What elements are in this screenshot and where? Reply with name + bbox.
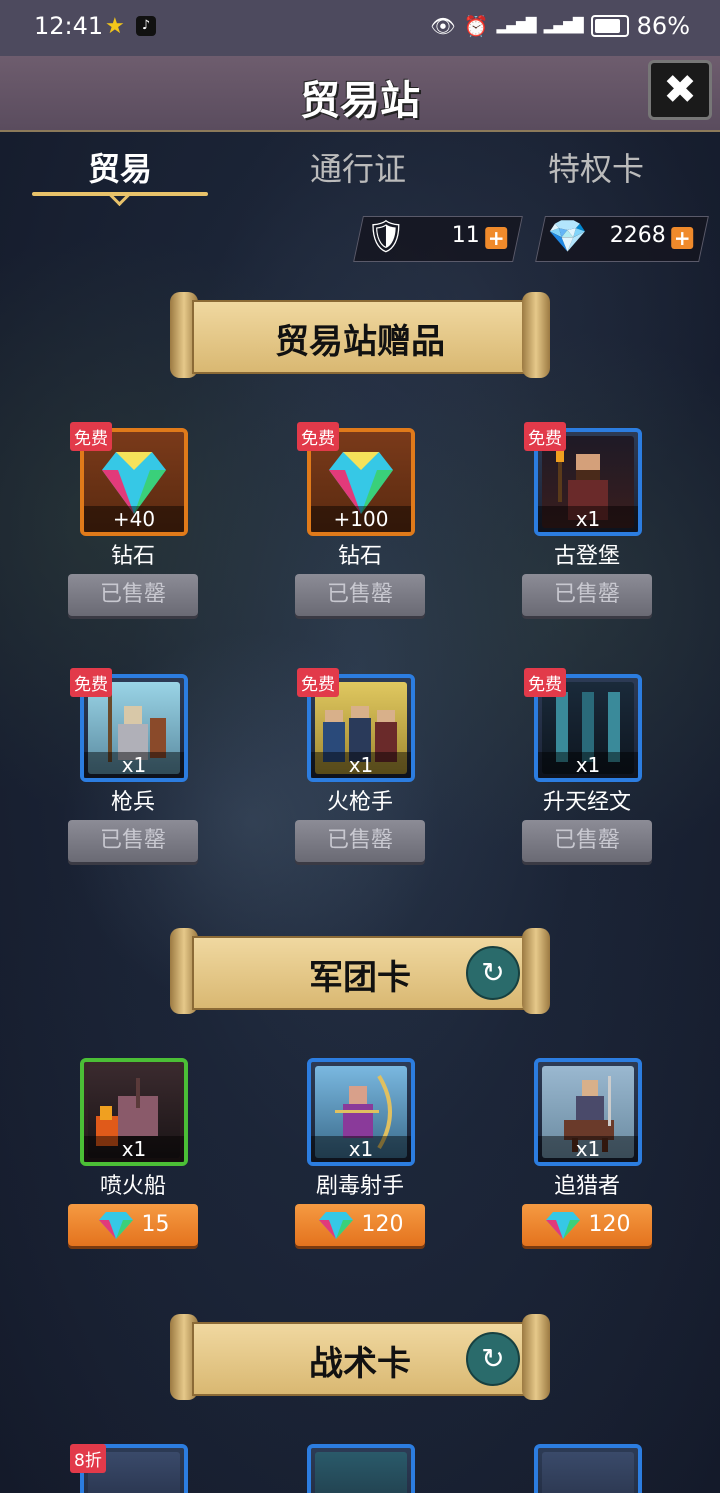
signal-icon-2: ▂▄▆█ <box>543 18 584 34</box>
tab-pass-label: 通行证 <box>309 150 406 188</box>
sold-out-button[interactable]: 已售罄 <box>295 820 425 862</box>
item-name: 追猎者 <box>553 1174 620 1199</box>
tab-trade[interactable]: 贸易 <box>30 144 210 207</box>
item-qty: x1 <box>84 1136 184 1162</box>
item-name: 喷火船 <box>99 1174 166 1199</box>
tab-privilege-label: 特权卡 <box>547 150 644 188</box>
item-frame <box>534 1444 642 1493</box>
tab-trade-label: 贸易 <box>87 150 152 188</box>
item-name: 钻石 <box>337 544 382 569</box>
section-banner-legion: 军团卡 ↻ <box>170 928 550 1014</box>
item-name: 剧毒射手 <box>315 1174 404 1199</box>
signal-icon: ▂▄▆█ <box>496 18 537 34</box>
item-frame <box>307 1444 415 1493</box>
status-bar: 12:41 ★ ♪ 👁 ⏰ ▂▄▆█ ▂▄▆█ 86% <box>0 0 720 56</box>
sold-out-button[interactable]: 已售罄 <box>522 820 652 862</box>
eye-icon: 👁 <box>430 14 456 38</box>
alarm-icon: ⏰ <box>463 14 489 38</box>
item-qty: x1 <box>538 752 638 778</box>
tiktok-icon: ♪ <box>136 16 156 36</box>
tactics-card-2[interactable] <box>295 1444 425 1493</box>
free-badge: 免费 <box>297 422 339 451</box>
price-label: 120 <box>361 1212 404 1237</box>
free-badge: 免费 <box>524 422 566 451</box>
free-badge: 免费 <box>70 668 112 697</box>
item-name: 火枪手 <box>326 790 393 815</box>
refresh-icon: ↻ <box>481 1342 505 1375</box>
section-title-gifts: 贸易站赠品 <box>275 322 445 362</box>
gem-icon <box>318 1212 353 1239</box>
gem-counter: 💎 2268 + <box>535 216 709 262</box>
item-frame: x1 <box>80 1058 188 1166</box>
star-icon: ★ <box>105 14 125 39</box>
item-name: 升天经文 <box>542 790 631 815</box>
item-name: 古登堡 <box>553 544 620 569</box>
item-name: 枪兵 <box>110 790 155 815</box>
crest-icon: 🛡 <box>365 217 407 255</box>
header: 贸易站 ✖ <box>0 56 720 132</box>
add-gem-button[interactable]: + <box>671 226 694 250</box>
gem-icon: 💎 <box>547 217 588 255</box>
page-title: 贸易站 <box>300 78 420 124</box>
close-icon: ✖ <box>663 67 697 113</box>
crest-count: 11 <box>451 223 480 248</box>
clock: 12:41 <box>34 12 104 40</box>
gem-icon <box>545 1212 580 1239</box>
item-frame: x1 <box>307 1058 415 1166</box>
add-crest-button[interactable]: + <box>485 226 508 250</box>
price-label: 120 <box>588 1212 631 1237</box>
buy-button[interactable]: 15 <box>68 1204 198 1246</box>
sold-out-button[interactable]: 已售罄 <box>522 574 652 616</box>
item-qty: x1 <box>84 752 184 778</box>
refresh-button[interactable]: ↻ <box>466 1332 520 1386</box>
battery-icon <box>590 15 629 37</box>
sold-out-button[interactable]: 已售罄 <box>68 820 198 862</box>
chevron-down-icon <box>108 184 131 207</box>
sold-out-button[interactable]: 已售罄 <box>68 574 198 616</box>
free-badge: 免费 <box>70 422 112 451</box>
discount-badge: 8折 <box>70 1444 106 1473</box>
sold-out-button[interactable]: 已售罄 <box>295 574 425 616</box>
gem-count: 2268 <box>609 223 666 248</box>
buy-button[interactable]: 120 <box>522 1204 652 1246</box>
gem-icon <box>98 1212 133 1239</box>
refresh-button[interactable]: ↻ <box>466 946 520 1000</box>
item-qty: +100 <box>311 506 411 532</box>
item-qty: x1 <box>311 752 411 778</box>
tab-bar: 贸易 通行证 特权卡 <box>0 140 720 207</box>
item-qty: x1 <box>538 1136 638 1162</box>
tab-pass[interactable]: 通行证 <box>268 144 448 190</box>
item-frame: x1 <box>534 1058 642 1166</box>
item-qty: x1 <box>538 506 638 532</box>
free-badge: 免费 <box>297 668 339 697</box>
tactic-image <box>542 1452 634 1493</box>
crest-counter: 🛡 11 + <box>353 216 523 262</box>
tactics-card-3[interactable] <box>522 1444 652 1493</box>
battery-percent: 86% <box>636 12 690 40</box>
tab-privilege-card[interactable]: 特权卡 <box>506 144 686 190</box>
close-button[interactable]: ✖ <box>648 60 712 120</box>
refresh-icon: ↻ <box>481 956 505 989</box>
tactic-image <box>315 1452 407 1493</box>
free-badge: 免费 <box>524 668 566 697</box>
item-qty: x1 <box>311 1136 411 1162</box>
item-qty: +40 <box>84 506 184 532</box>
section-banner-tactics: 战术卡 ↻ <box>170 1314 550 1400</box>
buy-button[interactable]: 120 <box>295 1204 425 1246</box>
tactics-card-1[interactable]: 8折 <box>68 1444 198 1493</box>
item-name: 钻石 <box>110 544 155 569</box>
section-banner-gifts: 贸易站赠品 <box>170 292 550 378</box>
price-label: 15 <box>141 1212 170 1237</box>
